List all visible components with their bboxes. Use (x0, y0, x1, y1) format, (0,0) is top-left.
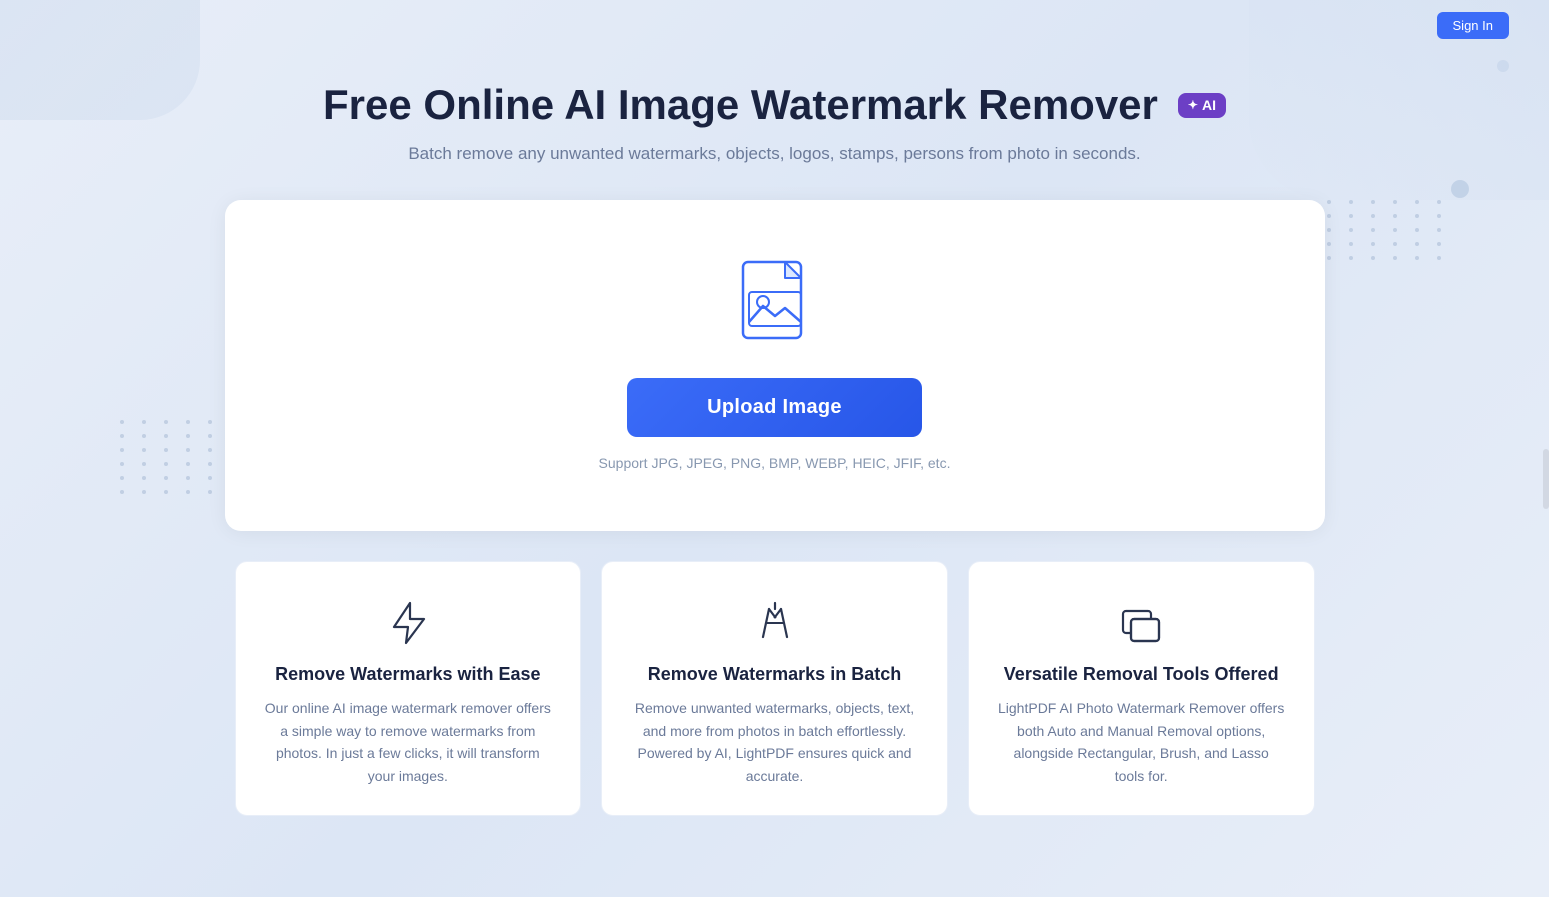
features-section: Remove Watermarks with Ease Our online A… (225, 561, 1325, 816)
sparkle-icon: ✦ (1188, 98, 1198, 112)
page-subtitle: Batch remove any unwanted watermarks, ob… (0, 144, 1549, 164)
feature-desc-ease: Our online AI image watermark remover of… (264, 697, 553, 787)
feature-card-ease: Remove Watermarks with Ease Our online A… (235, 561, 582, 816)
upload-image-button[interactable]: Upload Image (627, 378, 922, 437)
sign-in-button[interactable]: Sign In (1437, 12, 1509, 39)
feature-card-versatile: Versatile Removal Tools Offered LightPDF… (968, 561, 1315, 816)
ai-badge: ✦ AI (1178, 93, 1226, 118)
page-header: Sign In (0, 0, 1549, 50)
feature-title-versatile: Versatile Removal Tools Offered (997, 664, 1286, 685)
lightning-icon (264, 598, 553, 648)
layers-icon (997, 598, 1286, 648)
upload-icon-container (265, 260, 1285, 350)
feature-title-ease: Remove Watermarks with Ease (264, 664, 553, 685)
feature-desc-versatile: LightPDF AI Photo Watermark Remover offe… (997, 697, 1286, 787)
feature-desc-batch: Remove unwanted watermarks, objects, tex… (630, 697, 919, 787)
page-title: Free Online AI Image Watermark Remover ✦… (0, 80, 1549, 130)
target-icon (630, 598, 919, 648)
upload-card: Upload Image Support JPG, JPEG, PNG, BMP… (225, 200, 1325, 531)
file-image-icon (735, 260, 815, 350)
title-text: Free Online AI Image Watermark Remover (323, 80, 1158, 130)
page-background: Sign In Free Online AI Image Watermark R… (0, 0, 1549, 897)
feature-title-batch: Remove Watermarks in Batch (630, 664, 919, 685)
main-content: Free Online AI Image Watermark Remover ✦… (0, 50, 1549, 816)
upload-support-text: Support JPG, JPEG, PNG, BMP, WEBP, HEIC,… (265, 455, 1285, 471)
feature-card-batch: Remove Watermarks in Batch Remove unwant… (601, 561, 948, 816)
ai-badge-text: AI (1202, 97, 1216, 114)
